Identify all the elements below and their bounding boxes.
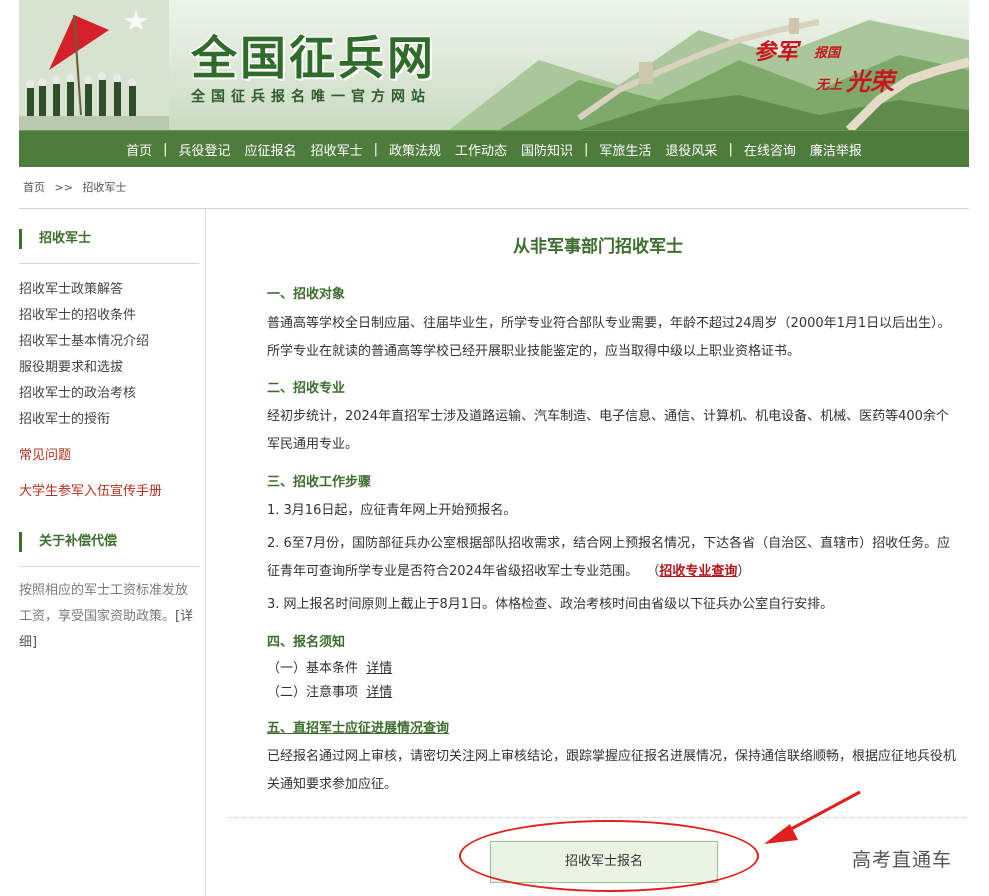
slogan-part1: 参军 — [754, 40, 799, 65]
sidebar-link-brochure[interactable]: 大学生参军入伍宣传手册 — [19, 480, 162, 499]
sidebar: 招收军士 招收军士政策解答 招收军士的招收条件 招收军士基本情况介绍 服役期要求… — [19, 209, 204, 896]
nav-home[interactable]: 首页 — [119, 140, 159, 159]
nav-recruit-sergeants[interactable]: 招收军士 — [304, 140, 370, 159]
breadcrumb-separator: >> — [54, 181, 73, 194]
sidebar-compensation-text: 按照相应的军士工资标准发放工资，享受国家资助政策。[详细] — [19, 578, 194, 656]
nav-news[interactable]: 工作动态 — [448, 140, 514, 159]
section-heading-majors: 二、招收专业 — [267, 381, 346, 396]
page-title: 从非军事部门招收军士 — [513, 237, 683, 257]
register-sergeant-button[interactable]: 招收军士报名 — [490, 841, 718, 883]
section-heading-steps: 三、招收工作步骤 — [267, 475, 372, 490]
nav-separator: | — [163, 141, 168, 157]
section-heading-notes: 四、报名须知 — [267, 635, 346, 650]
sidebar-divider — [19, 566, 199, 567]
site-subtitle: 全国征兵报名唯一官方网站 — [191, 89, 431, 105]
step-2-text: 2. 6至7月份，国防部征兵办公室根据部队招收需求，结合网上预报名情况，下达各省… — [267, 530, 961, 586]
sidebar-link-policy-faq[interactable]: 招收军士政策解答 — [19, 278, 123, 297]
site-banner: 全国征兵网 全国征兵报名唯一官方网站 参军 报国 无上 光荣 — [19, 0, 969, 130]
main-nav: 首页 | 兵役登记 应征报名 招收军士 | 政策法规 工作动态 国防知识 | 军… — [19, 130, 969, 167]
notes-precautions: （二）注意事项 详情 — [267, 679, 961, 707]
progress-query-link[interactable]: 五、直招军士应征进展情况查询 — [267, 717, 449, 736]
slogan: 参军 报国 无上 光荣 — [754, 34, 914, 104]
nav-enlistment[interactable]: 应征报名 — [238, 140, 304, 159]
step-3-text: 3. 网上报名时间原则上截止于8月1日。体格检查、政治考核时间由省级以下征兵办公… — [267, 597, 834, 612]
query-open-paren: （ — [646, 564, 660, 579]
major-query-link[interactable]: 招收专业查询 — [659, 564, 737, 579]
sidebar-section2-title: 关于补偿代偿 — [19, 532, 117, 552]
nav-separator: | — [728, 141, 733, 157]
sidebar-divider — [19, 263, 199, 264]
sidebar-section-title: 招收军士 — [19, 229, 91, 249]
nav-military-registration[interactable]: 兵役登记 — [172, 140, 238, 159]
nav-policies[interactable]: 政策法规 — [382, 140, 448, 159]
annotation-arrow-icon — [764, 790, 861, 844]
nav-military-life[interactable]: 军旅生活 — [592, 140, 658, 159]
sidebar-link-political-review[interactable]: 招收军士的政治考核 — [19, 382, 136, 401]
site-title: 全国征兵网 — [191, 31, 436, 85]
breadcrumb: 首页 >> 招收军士 — [23, 179, 132, 195]
precautions-label: （二）注意事项 — [267, 685, 359, 700]
step-2-body: 2. 6至7月份，国防部征兵办公室根据部队招收需求，结合网上预报名情况，下达各省… — [267, 536, 951, 579]
watermark: 高考直通车 — [852, 849, 953, 871]
step-1-text: 1. 3月16日起，应征青年网上开始预报名。 — [267, 503, 517, 518]
sidebar-link-service-period[interactable]: 服役期要求和选拔 — [19, 356, 123, 375]
slogan-part2: 报国 — [814, 46, 841, 61]
basic-conditions-label: （一）基本条件 — [267, 661, 359, 676]
basic-conditions-detail-link[interactable]: 详情 — [366, 661, 392, 676]
section-text-majors: 经初步统计，2024年直招军士涉及道路运输、汽车制造、电子信息、通信、计算机、机… — [267, 409, 949, 452]
sidebar-link-intro[interactable]: 招收军士基本情况介绍 — [19, 330, 149, 349]
nav-separator: | — [584, 141, 589, 157]
slogan-part3: 无上 — [816, 78, 843, 93]
compensation-description: 按照相应的军士工资标准发放工资，享受国家资助政策。 — [19, 583, 189, 624]
sidebar-link-faq[interactable]: 常见问题 — [19, 444, 71, 463]
sidebar-link-conditions[interactable]: 招收军士的招收条件 — [19, 304, 136, 323]
query-close-paren: ） — [737, 564, 751, 579]
section-text-targets: 普通高等学校全日制应届、往届毕业生，所学专业符合部队专业需要，年龄不超过24周岁… — [267, 316, 951, 359]
breadcrumb-current: 招收军士 — [82, 181, 127, 194]
sidebar-link-ranks[interactable]: 招收军士的授衔 — [19, 408, 110, 427]
breadcrumb-home[interactable]: 首页 — [23, 181, 45, 194]
nav-separator: | — [373, 141, 378, 157]
nav-report[interactable]: 廉洁举报 — [803, 140, 869, 159]
precautions-detail-link[interactable]: 详情 — [366, 685, 392, 700]
sidebar-vertical-divider — [205, 209, 206, 896]
nav-defense-knowledge[interactable]: 国防知识 — [514, 140, 580, 159]
slogan-part4: 光荣 — [846, 68, 894, 96]
nav-veterans[interactable]: 退役风采 — [658, 140, 724, 159]
section-heading-targets: 一、招收对象 — [267, 287, 346, 302]
nav-online-consult[interactable]: 在线咨询 — [737, 140, 803, 159]
